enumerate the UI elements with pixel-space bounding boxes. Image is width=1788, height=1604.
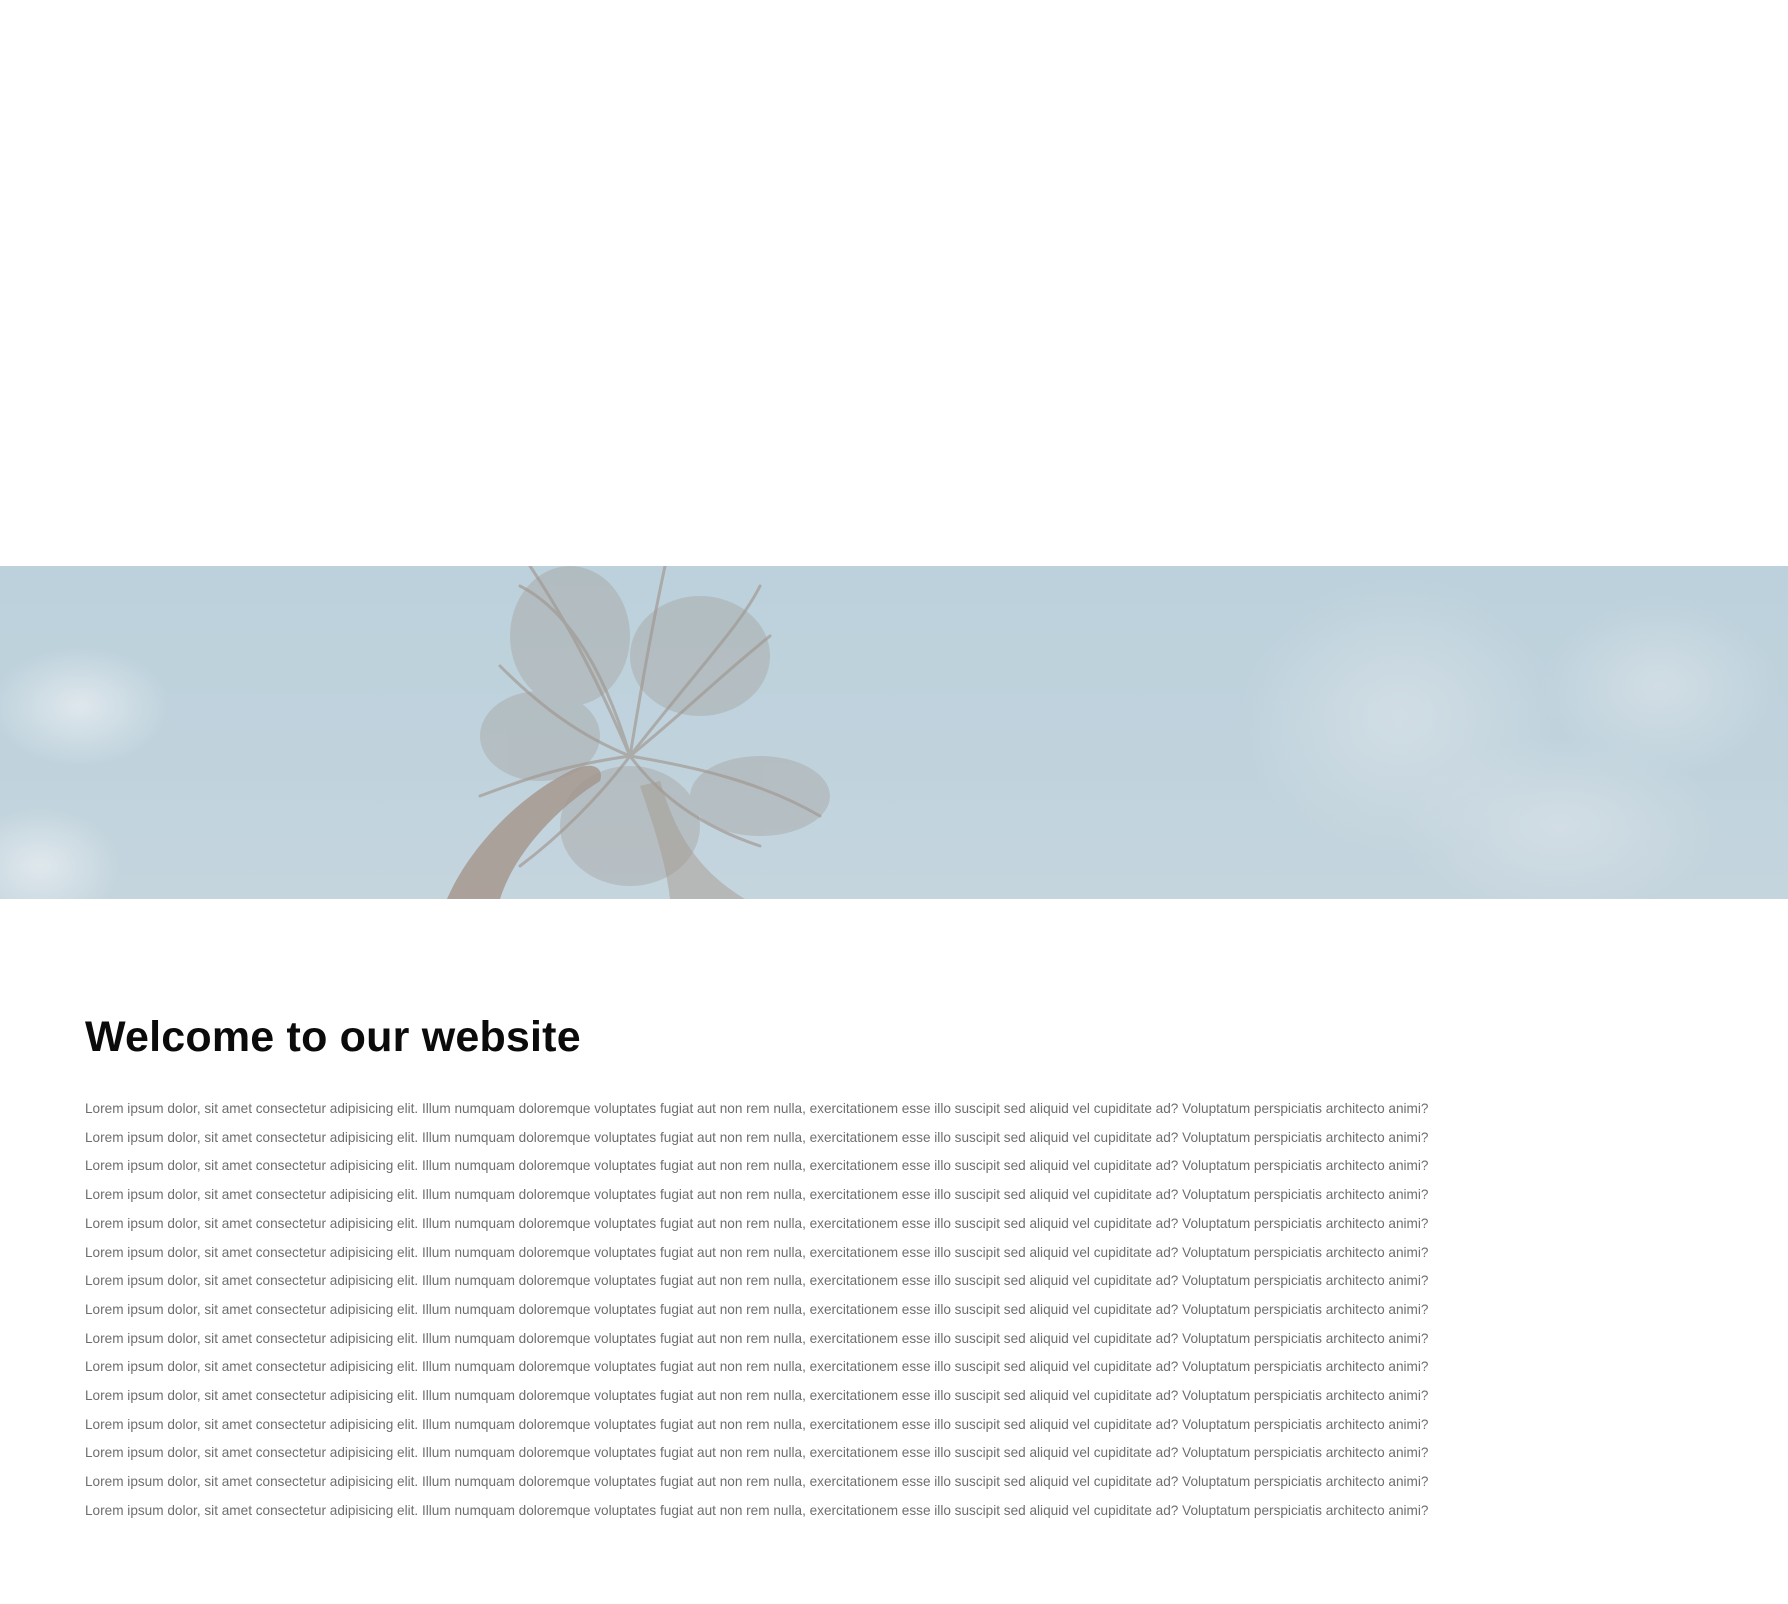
body-paragraph: Lorem ipsum dolor, sit amet consectetur … — [85, 1445, 1429, 1461]
body-paragraph: Lorem ipsum dolor, sit amet consectetur … — [85, 1301, 1429, 1317]
hero-banner — [0, 566, 1788, 899]
body-paragraph: Lorem ipsum dolor, sit amet consectetur … — [85, 1474, 1429, 1490]
body-paragraph: Lorem ipsum dolor, sit amet consectetur … — [85, 1215, 1429, 1231]
body-text: Lorem ipsum dolor, sit amet consectetur … — [85, 1095, 1485, 1526]
body-paragraph: Lorem ipsum dolor, sit amet consectetur … — [85, 1388, 1429, 1404]
main-content: Welcome to our website Lorem ipsum dolor… — [85, 1005, 1485, 1526]
body-paragraph: Lorem ipsum dolor, sit amet consectetur … — [85, 1416, 1429, 1432]
page-heading: Welcome to our website — [85, 1013, 581, 1061]
body-paragraph: Lorem ipsum dolor, sit amet consectetur … — [85, 1244, 1429, 1260]
body-paragraph: Lorem ipsum dolor, sit amet consectetur … — [85, 1129, 1429, 1145]
body-paragraph: Lorem ipsum dolor, sit amet consectetur … — [85, 1158, 1429, 1174]
body-paragraph: Lorem ipsum dolor, sit amet consectetur … — [85, 1187, 1429, 1203]
body-paragraph: Lorem ipsum dolor, sit amet consectetur … — [85, 1101, 1429, 1116]
top-blank-area — [0, 0, 1788, 566]
palm-tree-image — [0, 566, 1780, 899]
body-paragraph: Lorem ipsum dolor, sit amet consectetur … — [85, 1359, 1429, 1375]
body-paragraph: Lorem ipsum dolor, sit amet consectetur … — [85, 1330, 1429, 1346]
body-paragraph: Lorem ipsum dolor, sit amet consectetur … — [85, 1273, 1429, 1289]
body-paragraph: Lorem ipsum dolor, sit amet consectetur … — [85, 1502, 1429, 1518]
